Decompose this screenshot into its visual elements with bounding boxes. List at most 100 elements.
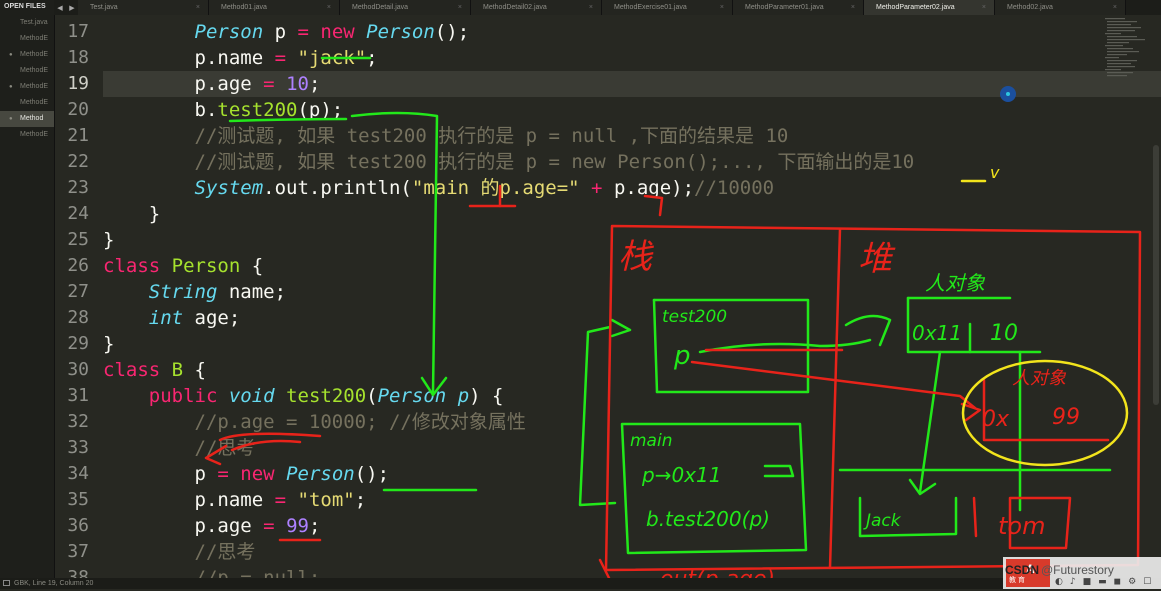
tab-nav-right-icon[interactable]: ▶: [69, 4, 74, 12]
tab-close-icon[interactable]: ×: [720, 4, 724, 11]
tab-close-icon[interactable]: ×: [589, 4, 593, 11]
code-line[interactable]: p.age = 99;: [103, 513, 1161, 539]
code-line[interactable]: }: [103, 227, 1161, 253]
player-controls[interactable]: ◐ ♪ ■ ▬ ◼ ⚙ ☐: [1055, 577, 1151, 587]
code-token: {: [240, 255, 264, 277]
code-token: Person: [171, 255, 241, 277]
code-line[interactable]: //测试题, 如果 test200 执行的是 p = null ,下面的结果是 …: [103, 123, 1161, 149]
tab-label: MethodParameter01.java: [745, 4, 824, 11]
code-line[interactable]: //思考: [103, 435, 1161, 461]
code-token: //10000: [694, 177, 775, 199]
tab-file[interactable]: MethodDetail.java ×: [340, 0, 471, 15]
open-files-sidebar: OPEN FILES Test.javaMethodEMethodEMethod…: [0, 0, 55, 578]
tab-label: Method01.java: [221, 4, 267, 11]
code-line[interactable]: //p.age = 10000; //修改对象属性: [103, 409, 1161, 435]
status-text: GBK, Line 19, Column 20: [14, 580, 94, 587]
sidebar-file-item[interactable]: Test.java: [0, 15, 54, 31]
code-token: name: [217, 47, 275, 69]
code-line[interactable]: }: [103, 201, 1161, 227]
code-token: =: [217, 463, 229, 485]
code-token: p.age: [103, 515, 264, 537]
code-token: name;: [217, 281, 287, 303]
sidebar-file-item[interactable]: MethodE: [0, 95, 54, 111]
code-token: "main 的p.age=": [411, 177, 580, 199]
code-editor[interactable]: Person p = new Person(); p.name = "jack"…: [103, 19, 1161, 591]
line-number-gutter: 17 18 19 20 21 22 23 24 25 26 27 28 29 30 31 32 33 34 35 36…: [54, 19, 98, 591]
code-line[interactable]: Person p = new Person();: [103, 19, 1161, 45]
tab-file[interactable]: Method01.java ×: [209, 0, 340, 15]
line-number: 26: [67, 255, 89, 276]
tab-close-icon[interactable]: ×: [458, 4, 462, 11]
vertical-scrollbar[interactable]: [1153, 145, 1159, 405]
code-line[interactable]: class Person {: [103, 253, 1161, 279]
code-token: //p.age = 10000; //修改对象属性: [103, 411, 526, 433]
tab-close-icon[interactable]: ×: [196, 4, 200, 11]
open-files-header: OPEN FILES: [4, 3, 46, 10]
code-token: }: [103, 229, 115, 251]
tab-bar: ◀ ▶ Test.java × Method01.java × MethodDetail…: [54, 0, 1161, 15]
tab-nav-left-icon[interactable]: ◀: [57, 4, 62, 12]
player-control-icon[interactable]: ◐: [1055, 577, 1063, 587]
code-token: ;: [366, 47, 378, 69]
tab-file[interactable]: MethodParameter01.java ×: [733, 0, 864, 15]
status-panel-icon[interactable]: [3, 580, 10, 586]
code-line[interactable]: p.name = "tom";: [103, 487, 1161, 513]
code-line[interactable]: public void test200(Person p) {: [103, 383, 1161, 409]
line-number: 22: [67, 151, 89, 172]
code-token: age;: [183, 307, 241, 329]
player-control-icon[interactable]: ▬: [1098, 577, 1107, 587]
sidebar-file-item[interactable]: Method: [0, 111, 54, 127]
sidebar-file-item[interactable]: MethodE: [0, 79, 54, 95]
code-token: }: [103, 203, 161, 225]
watermark-site: CSDN: [1005, 563, 1040, 577]
tab-file[interactable]: MethodExercise01.java ×: [602, 0, 733, 15]
code-line[interactable]: b.test200(p);: [103, 97, 1161, 123]
code-token: p.age: [103, 73, 264, 95]
line-number: 29: [67, 333, 89, 354]
code-token: =: [297, 21, 309, 43]
player-control-icon[interactable]: ◼: [1114, 577, 1121, 587]
watermark-user: @Futurestory: [1041, 563, 1114, 577]
code-token: void: [228, 385, 275, 407]
sidebar-file-item[interactable]: MethodE: [0, 63, 54, 79]
code-line[interactable]: String name;: [103, 279, 1161, 305]
player-control-icon[interactable]: ⚙: [1128, 577, 1136, 587]
code-token: b.: [103, 99, 218, 121]
line-number: 27: [67, 281, 89, 302]
code-line[interactable]: p = new Person();: [103, 461, 1161, 487]
line-number: 36: [67, 515, 89, 536]
player-control-icon[interactable]: ♪: [1070, 577, 1076, 587]
sidebar-file-item[interactable]: MethodE: [0, 127, 54, 143]
tab-close-icon[interactable]: ×: [982, 4, 986, 11]
code-line[interactable]: class B {: [103, 357, 1161, 383]
code-token: ();: [354, 463, 390, 485]
tab-file[interactable]: MethodDetail02.java ×: [471, 0, 602, 15]
code-line[interactable]: //测试题, 如果 test200 执行的是 p = new Person();…: [103, 149, 1161, 175]
code-token: ;: [308, 515, 321, 537]
sidebar-file-item[interactable]: MethodE: [0, 31, 54, 47]
code-line[interactable]: }: [103, 331, 1161, 357]
code-line[interactable]: p.age = 10;: [103, 71, 1161, 97]
player-control-icon[interactable]: ■: [1083, 577, 1092, 587]
sidebar-file-item[interactable]: MethodE: [0, 47, 54, 63]
tab-file[interactable]: Method02.java ×: [995, 0, 1126, 15]
code-line[interactable]: System.out.println("main 的p.age=" + p.ag…: [103, 175, 1161, 201]
code-token: (: [366, 385, 378, 407]
code-line[interactable]: p.name = "jack";: [103, 45, 1161, 71]
tab-close-icon[interactable]: ×: [851, 4, 855, 11]
player-control-icon[interactable]: ☐: [1143, 577, 1151, 587]
tab-close-icon[interactable]: ×: [327, 4, 331, 11]
tab-nav[interactable]: ◀ ▶: [54, 0, 78, 15]
code-token: String: [148, 281, 218, 303]
code-line[interactable]: int age;: [103, 305, 1161, 331]
code-token: test200: [217, 99, 298, 121]
line-number: 20: [67, 99, 89, 120]
minimap[interactable]: [1103, 16, 1151, 86]
tab-file[interactable]: Test.java ×: [78, 0, 209, 15]
tab-close-icon[interactable]: ×: [1113, 4, 1117, 11]
tab-file[interactable]: MethodParameter02.java ×: [864, 0, 995, 15]
